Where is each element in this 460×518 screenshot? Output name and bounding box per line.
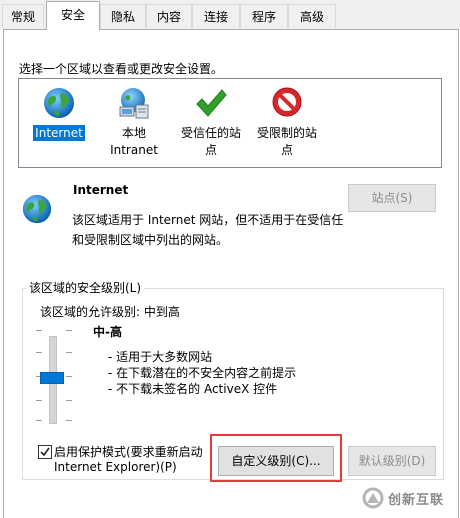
tab-advanced[interactable]: 高级 [288,4,336,28]
default-level-button[interactable]: 默认级别(D) [348,446,436,476]
tab-general[interactable]: 常规 [2,4,44,28]
tab-connections[interactable]: 连接 [192,4,240,28]
zone-description-line1: 该区域适用于 Internet 网站，但不适用于在受信任 [72,213,344,227]
zone-list: Internet 本地 Intranet 受信任的站 点 受限制的站 点 [18,78,442,168]
globe-icon [44,88,74,118]
brand-logo-icon [362,487,384,509]
level-bullet: - 在下载潜在的不安全内容之前提示 [108,366,297,380]
zone-trusted-sites-label: 受信任的站 点 [180,126,241,157]
zone-trusted-sites[interactable]: 受信任的站 点 [175,85,247,161]
zone-local-intranet-label: 本地 Intranet [110,126,158,157]
security-level-name: 中-高 [93,325,122,339]
protected-mode-label-line1[interactable]: 启用保护模式(要求重新启动 [54,443,203,460]
checkbox-check-icon [40,447,50,457]
slider-tick [36,420,42,421]
level-bullet: - 不下载未签名的 ActiveX 控件 [108,382,278,396]
restricted-icon [272,87,302,117]
protected-mode-checkbox[interactable] [38,445,52,459]
watermark-logo: 创新互联 [358,482,458,514]
zone-title: Internet [73,183,129,197]
security-level-slider-thumb[interactable] [40,372,64,384]
zone-restricted-sites-label: 受限制的站 点 [256,126,317,157]
slider-tick [36,352,42,353]
slider-tick [66,330,72,331]
slider-tick [66,352,72,353]
slider-tick [66,400,72,401]
tab-programs[interactable]: 程序 [240,4,288,28]
zone-internet-label: Internet [33,125,85,141]
protected-mode-label-line2[interactable]: Internet Explorer)(P) [54,460,177,474]
instruction-text: 选择一个区域以查看或更改安全设置。 [19,62,224,76]
zone-internet[interactable]: Internet [33,85,85,161]
tab-security[interactable]: 安全 [46,1,100,30]
sites-button[interactable]: 站点(S) [348,184,436,212]
tab-privacy[interactable]: 隐私 [100,4,146,28]
level-bullet: - 适用于大多数网站 [108,350,213,364]
tab-content[interactable]: 内容 [146,4,192,28]
intranet-icon [119,88,149,119]
highlight-box [210,434,342,482]
security-level-group-title: 该区域的安全级别(L) [26,279,145,296]
slider-tick [66,376,72,377]
tab-strip: 常规 安全 隐私 内容 连接 程序 高级 [0,0,460,30]
slider-tick [36,400,42,401]
watermark-text: 创新互联 [388,493,445,508]
checkmark-icon [196,89,227,117]
zone-description-line2: 和受限制区域中列出的网站。 [72,233,229,247]
globe-icon [22,194,52,224]
slider-tick [66,420,72,421]
zone-local-intranet[interactable]: 本地 Intranet [105,85,163,161]
allowed-levels-text: 该区域的允许级别: 中到高 [40,305,180,319]
zone-restricted-sites[interactable]: 受限制的站 点 [251,85,323,161]
slider-tick [36,330,42,331]
